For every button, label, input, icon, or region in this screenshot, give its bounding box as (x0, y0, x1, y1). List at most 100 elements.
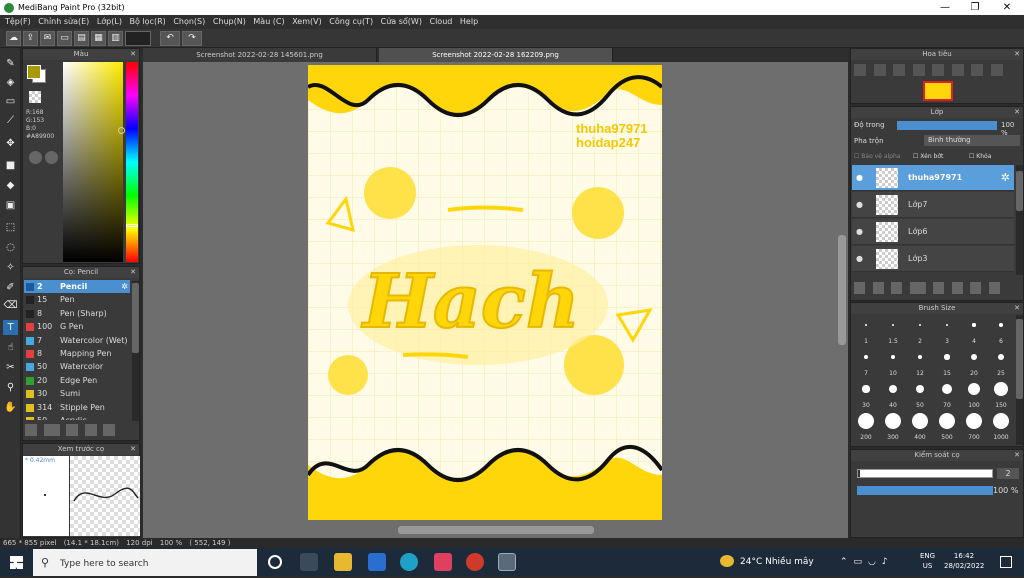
palette-add-icon[interactable] (45, 151, 58, 164)
fill-shape-tool-icon[interactable]: ■ (3, 158, 18, 173)
clock[interactable]: 16:42 28/02/2022 (944, 551, 984, 571)
upload-icon[interactable]: ⇪ (23, 31, 38, 46)
close-icon[interactable]: ✕ (1014, 450, 1020, 461)
brush-size-preset[interactable]: 20 (961, 347, 987, 377)
brush-size-preset[interactable]: 100 (961, 379, 987, 409)
undo-button[interactable]: ↶ (160, 31, 180, 46)
eye-icon[interactable]: ● (856, 219, 863, 245)
canvas-vertical-scrollbar[interactable] (838, 235, 846, 345)
layer-folder-icon[interactable] (933, 282, 945, 294)
text-tool-icon[interactable]: T (3, 320, 18, 335)
brush-size-preset[interactable]: 1000 (988, 411, 1014, 441)
layer-opacity-slider[interactable] (897, 121, 997, 130)
add-brush-icon[interactable] (25, 424, 37, 436)
menu-filter[interactable]: Bộ lọc(R) (130, 15, 166, 29)
menu-snap[interactable]: Chụp(N) (213, 15, 246, 29)
hue-slider[interactable] (126, 62, 138, 262)
taskbar-search[interactable]: ⚲ Type here to search (33, 549, 257, 576)
menu-help[interactable]: Help (460, 15, 478, 29)
layer-row[interactable]: ● Lớp7 (852, 192, 1014, 218)
notification-icon[interactable] (1000, 556, 1012, 568)
navigator-thumbnail[interactable] (923, 81, 953, 101)
brush-item[interactable]: 2 Pencil ✲ (24, 280, 130, 294)
brush-size-scrollbar[interactable] (1016, 315, 1023, 445)
brush-size-preset[interactable]: 150 (988, 379, 1014, 409)
fit-icon[interactable] (893, 64, 906, 76)
brush-item[interactable]: 50 Watercolor (24, 360, 130, 373)
eye-icon[interactable]: ● (856, 192, 863, 218)
brush-size-preset[interactable]: 50 (907, 379, 933, 409)
task-view-icon[interactable] (300, 553, 318, 571)
hand-tool-icon[interactable]: ✋ (3, 400, 18, 415)
brush-list-scrollbar[interactable] (132, 281, 139, 421)
menu-select[interactable]: Chọn(S) (173, 15, 205, 29)
line-tool-icon[interactable]: ⟋ (3, 113, 18, 128)
menu-view[interactable]: Xem(V) (292, 15, 322, 29)
duplicate-layer-icon[interactable] (951, 282, 963, 294)
brush-folder-icon[interactable] (84, 424, 97, 436)
redo-button[interactable]: ↷ (182, 31, 202, 46)
comment-icon[interactable]: ✉ (40, 31, 55, 46)
rotate-right-icon[interactable] (971, 64, 984, 76)
zoom-in-icon[interactable] (854, 64, 866, 76)
brush-item[interactable]: 7 Watercolor (Wet) (24, 334, 130, 347)
delete-layer-icon[interactable] (988, 282, 1000, 294)
cortana-icon[interactable] (268, 555, 282, 569)
eye-icon[interactable]: ● (856, 246, 863, 272)
brush-item[interactable]: 30 Sumi (24, 387, 130, 400)
close-icon[interactable]: ✕ (130, 444, 136, 455)
rotate-left-icon[interactable] (932, 64, 945, 76)
rotate-reset-icon[interactable] (951, 64, 964, 76)
brush-settings-gear-icon[interactable]: ✲ (121, 280, 128, 293)
flip-icon[interactable] (990, 64, 1003, 76)
panel-icon[interactable]: ▥ (108, 31, 123, 46)
select-tool-icon[interactable]: ⬚ (3, 220, 18, 235)
layer-row[interactable]: ● Lớp6 (852, 219, 1014, 245)
new-8bit-layer-icon[interactable] (891, 282, 903, 294)
brush-item[interactable]: 20 Edge Pen (24, 374, 130, 387)
page-icon[interactable]: ▤ (74, 31, 89, 46)
windows-start-icon[interactable] (10, 556, 23, 569)
weather-icon[interactable] (720, 555, 734, 567)
weather-text[interactable]: 24°C Nhiều mây (740, 557, 814, 567)
brush-size-preset[interactable]: 25 (988, 347, 1014, 377)
zoom-out-icon[interactable] (873, 64, 886, 76)
eraser-tool-icon[interactable]: ◈ (3, 75, 18, 90)
file-explorer-icon[interactable] (334, 553, 352, 571)
magic-wand-icon[interactable]: ✧ (3, 260, 18, 275)
brush-size-preset[interactable]: 300 (880, 411, 906, 441)
clip-checkbox[interactable]: ☐ Xén bớt (913, 153, 943, 160)
select-eraser-icon[interactable]: ⌫ (3, 298, 18, 313)
app-icon-pink[interactable] (434, 553, 452, 571)
lasso-tool-icon[interactable]: ◌ (3, 240, 18, 255)
gradient-tool-icon[interactable]: ▣ (3, 198, 18, 213)
brush-size-preset[interactable]: 15 (934, 347, 960, 377)
menu-cloud[interactable]: Cloud (430, 15, 453, 29)
color-picker-cursor[interactable] (118, 127, 125, 134)
brush-item[interactable]: 8 Pen (Sharp) (24, 307, 130, 320)
alpha-protect-checkbox[interactable]: ☐ Bảo vệ alpha (854, 153, 900, 160)
operation-tool-icon[interactable]: ☝ (3, 340, 18, 355)
brush-item[interactable]: 50 Acrylic (24, 414, 130, 420)
close-icon[interactable]: ✕ (1014, 303, 1020, 314)
menu-window[interactable]: Cửa sổ(W) (381, 15, 422, 29)
brush-size-preset[interactable]: 1 (853, 315, 879, 345)
brush-item[interactable]: 314 Stipple Pen (24, 401, 130, 414)
brush-size-preset[interactable]: 4 (961, 315, 987, 345)
move-tool-icon[interactable]: ✥ (3, 136, 18, 151)
brush-size-preset[interactable]: 700 (961, 411, 987, 441)
rectangle-tool-icon[interactable]: ▭ (3, 94, 18, 109)
canvas-horizontal-scrollbar[interactable] (398, 526, 594, 534)
brush-size-preset[interactable]: 6 (988, 315, 1014, 345)
brush-menu-icon[interactable] (43, 424, 60, 436)
chat-icon[interactable]: ▭ (57, 31, 72, 46)
select-pen-icon[interactable]: ✐ (3, 280, 18, 295)
layer-menu-icon[interactable] (909, 282, 926, 294)
artwork-canvas[interactable]: thuha97971 hoidap247 Hach (306, 65, 664, 520)
close-icon[interactable]: ✕ (130, 49, 136, 60)
brush-size-preset[interactable]: 40 (880, 379, 906, 409)
brush-size-preset[interactable]: 10 (880, 347, 906, 377)
grid-icon[interactable]: ▦ (91, 31, 106, 46)
actual-size-icon[interactable] (912, 64, 925, 76)
chrome-icon[interactable] (466, 553, 484, 571)
